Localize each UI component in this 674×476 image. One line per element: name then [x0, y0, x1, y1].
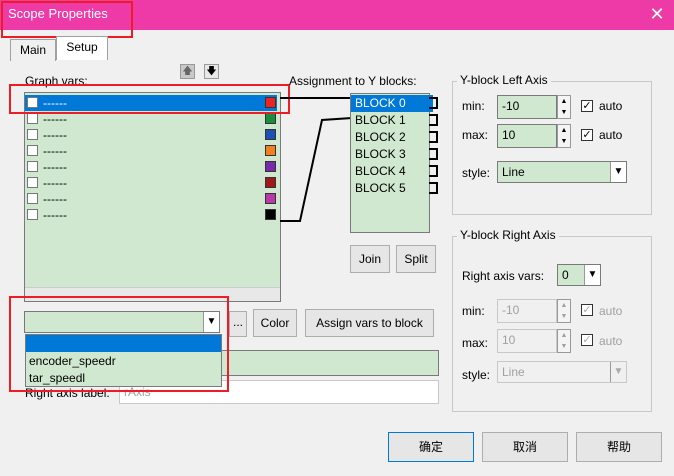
- block-bracket: [429, 182, 438, 194]
- left-axis-title: Y-block Left Axis: [457, 73, 551, 87]
- list-item[interactable]: BLOCK 2: [351, 129, 433, 146]
- assign-vars-button[interactable]: Assign vars to block: [305, 309, 434, 337]
- checkbox[interactable]: [27, 129, 38, 140]
- list-item[interactable]: BLOCK 0: [351, 95, 433, 112]
- browse-button[interactable]: ...: [229, 311, 247, 337]
- left-max-auto-checkbox[interactable]: ✓: [581, 129, 593, 141]
- tab-setup[interactable]: Setup: [56, 36, 108, 60]
- split-button[interactable]: Split: [396, 245, 436, 273]
- left-min-auto-checkbox[interactable]: ✓: [581, 100, 593, 112]
- list-item[interactable]: ------: [25, 175, 277, 191]
- color-swatch[interactable]: [265, 209, 276, 220]
- left-max-auto-label: auto: [599, 128, 623, 142]
- connector-lines: [280, 97, 353, 222]
- left-max-label: max:: [462, 128, 489, 142]
- list-item[interactable]: ------: [25, 191, 277, 207]
- graph-vars-list[interactable]: ------ ------ ------ ------ ------ -----…: [24, 92, 281, 302]
- color-swatch[interactable]: [265, 145, 276, 156]
- ok-button[interactable]: 确定: [388, 432, 474, 462]
- left-style-select[interactable]: Line: [497, 161, 627, 183]
- move-down-icon[interactable]: 🡇: [204, 64, 219, 79]
- right-min-spinner[interactable]: ▲ ▼: [557, 299, 571, 323]
- list-item[interactable]: BLOCK 4: [351, 163, 433, 180]
- right-axis-title: Y-block Right Axis: [457, 228, 559, 242]
- list-item[interactable]: ------: [25, 159, 277, 175]
- right-max-auto-checkbox[interactable]: ✓: [581, 334, 593, 346]
- left-min-auto-label: auto: [599, 99, 623, 113]
- right-max-label: max:: [462, 336, 489, 350]
- chevron-down-icon[interactable]: ▼: [610, 362, 626, 382]
- color-button[interactable]: Color: [253, 309, 297, 337]
- checkbox[interactable]: [27, 193, 38, 204]
- list-item[interactable]: ------: [25, 143, 277, 159]
- list-item[interactable]: BLOCK 1: [351, 112, 433, 129]
- right-max-spinner[interactable]: ▲ ▼: [557, 329, 571, 353]
- title-highlight-box: [1, 1, 133, 38]
- block-bracket: [429, 114, 438, 126]
- right-axis-group: [452, 236, 652, 412]
- list-row-highlight-box: [9, 84, 290, 114]
- cancel-button[interactable]: 取消: [482, 432, 568, 462]
- left-max-field[interactable]: 10: [497, 124, 557, 148]
- join-button[interactable]: Join: [350, 245, 390, 273]
- list-item[interactable]: BLOCK 3: [351, 146, 433, 163]
- checkbox[interactable]: [27, 113, 38, 124]
- chevron-down-icon[interactable]: ▼: [584, 265, 600, 285]
- color-swatch[interactable]: [265, 113, 276, 124]
- close-icon[interactable]: ✕: [646, 3, 668, 25]
- color-swatch[interactable]: [265, 177, 276, 188]
- list-item[interactable]: ------: [25, 127, 277, 143]
- assignment-label: Assignment to Y blocks:: [289, 74, 417, 88]
- list-item[interactable]: ------: [25, 207, 277, 223]
- color-swatch[interactable]: [265, 193, 276, 204]
- right-max-field[interactable]: 10: [497, 329, 557, 353]
- color-swatch[interactable]: [265, 129, 276, 140]
- right-style-select[interactable]: Line: [497, 361, 627, 383]
- left-axis-label-field[interactable]: [219, 350, 439, 376]
- move-up-icon[interactable]: 🡅: [180, 64, 195, 79]
- block-bracket: [429, 148, 438, 160]
- right-min-label: min:: [462, 304, 485, 318]
- color-swatch[interactable]: [265, 161, 276, 172]
- y-blocks-list[interactable]: BLOCK 0 BLOCK 1 BLOCK 2 BLOCK 3 BLOCK 4 …: [350, 93, 433, 233]
- right-vars-label: Right axis vars:: [462, 269, 545, 283]
- tab-main[interactable]: Main: [10, 39, 56, 61]
- dropdown-highlight-box: [9, 296, 229, 392]
- help-button[interactable]: 帮助: [576, 432, 662, 462]
- checkbox[interactable]: [27, 161, 38, 172]
- left-style-label: style:: [462, 166, 491, 180]
- left-min-spinner[interactable]: ▲ ▼: [557, 95, 571, 119]
- list-item[interactable]: BLOCK 5: [351, 180, 433, 197]
- right-min-field[interactable]: -10: [497, 299, 557, 323]
- right-min-auto-label: auto: [599, 304, 623, 318]
- checkbox[interactable]: [27, 209, 38, 220]
- right-min-auto-checkbox[interactable]: ✓: [581, 304, 593, 316]
- chevron-down-icon[interactable]: ▼: [610, 162, 626, 182]
- left-max-spinner[interactable]: ▲ ▼: [557, 124, 571, 148]
- left-min-field[interactable]: -10: [497, 95, 557, 119]
- checkbox[interactable]: [27, 177, 38, 188]
- right-style-label: style:: [462, 368, 491, 382]
- block-bracket: [429, 131, 438, 143]
- right-max-auto-label: auto: [599, 334, 623, 348]
- block-bracket: [429, 97, 438, 109]
- left-min-label: min:: [462, 99, 485, 113]
- block-bracket: [429, 165, 438, 177]
- checkbox[interactable]: [27, 145, 38, 156]
